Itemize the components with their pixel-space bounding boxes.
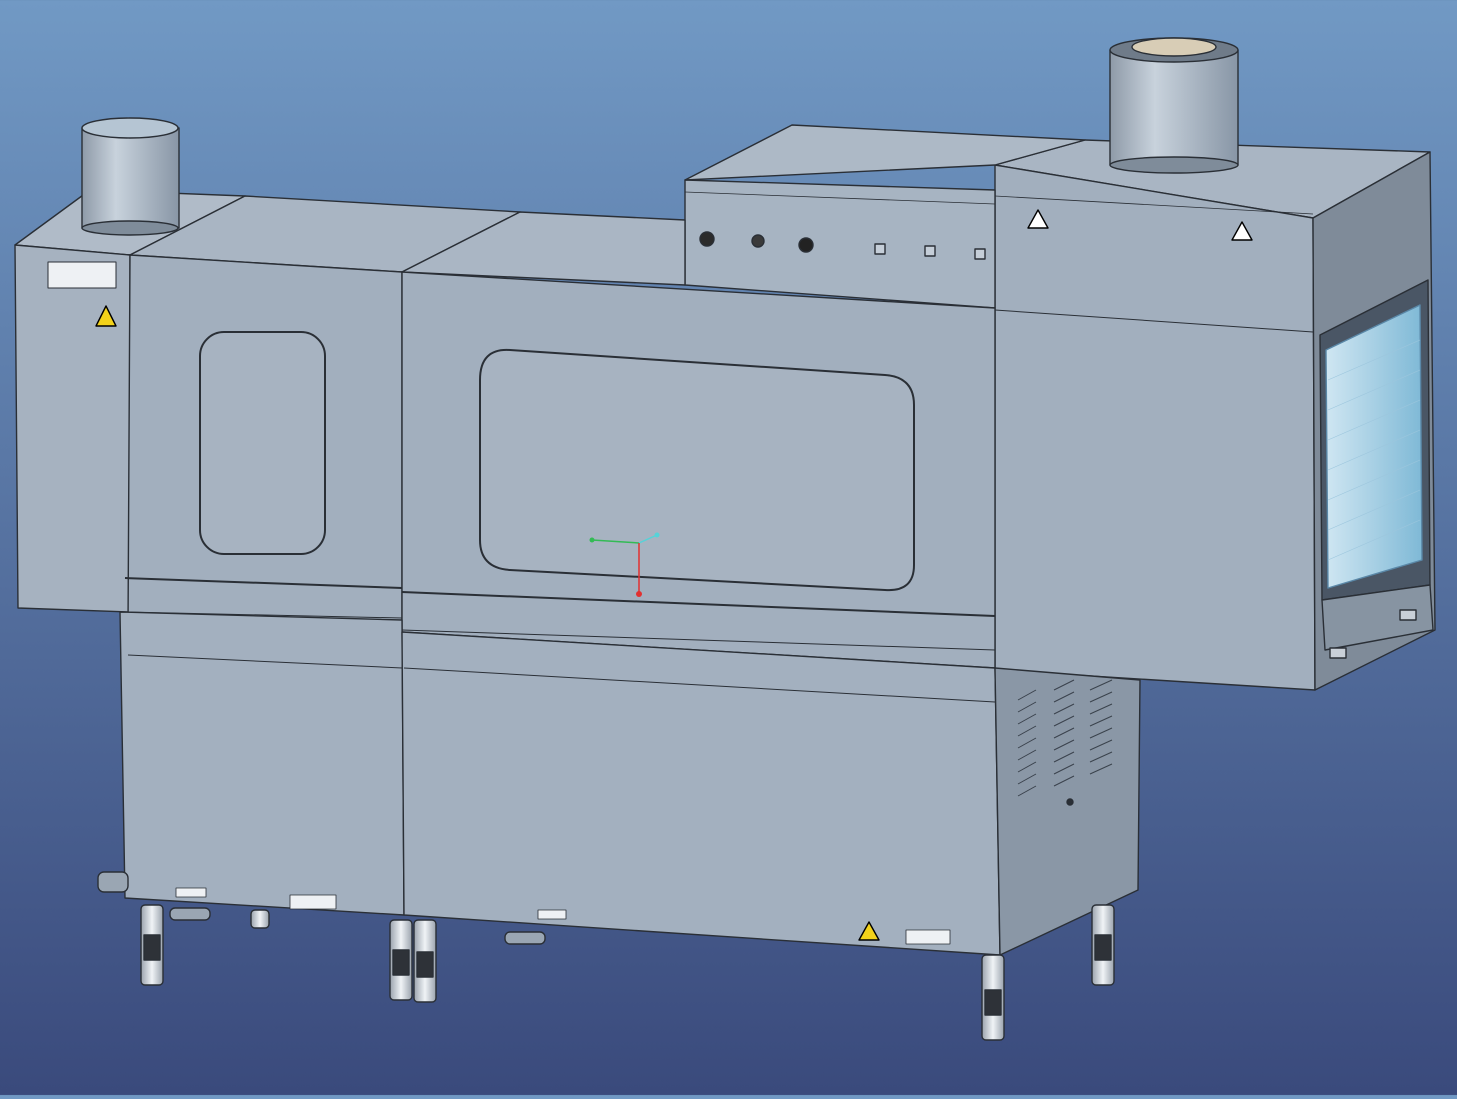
switch-3[interactable] (974, 248, 986, 260)
lower-cabinet[interactable] (119, 611, 1001, 956)
drying-tunnel-module[interactable] (994, 139, 1436, 691)
inspection-window (199, 331, 326, 555)
z-axis-endpoint (636, 591, 642, 597)
pump-compartment[interactable] (994, 667, 1141, 956)
switch-1[interactable] (874, 243, 886, 255)
y-axis-endpoint (589, 537, 595, 543)
model-canvas[interactable] (0, 0, 1457, 1095)
cad-viewport[interactable] (0, 0, 1457, 1095)
left-exhaust-duct[interactable] (81, 117, 180, 236)
rotary-switch-knob[interactable] (798, 237, 814, 253)
indicator-lamp-icon (699, 231, 715, 247)
exit-opening (1319, 279, 1434, 659)
inspection-window (479, 348, 915, 592)
right-exhaust-duct[interactable] (1109, 37, 1239, 174)
panel-button[interactable] (751, 234, 765, 248)
rating-plate (47, 261, 117, 289)
switch-2[interactable] (924, 245, 936, 257)
x-axis-endpoint (654, 532, 660, 538)
